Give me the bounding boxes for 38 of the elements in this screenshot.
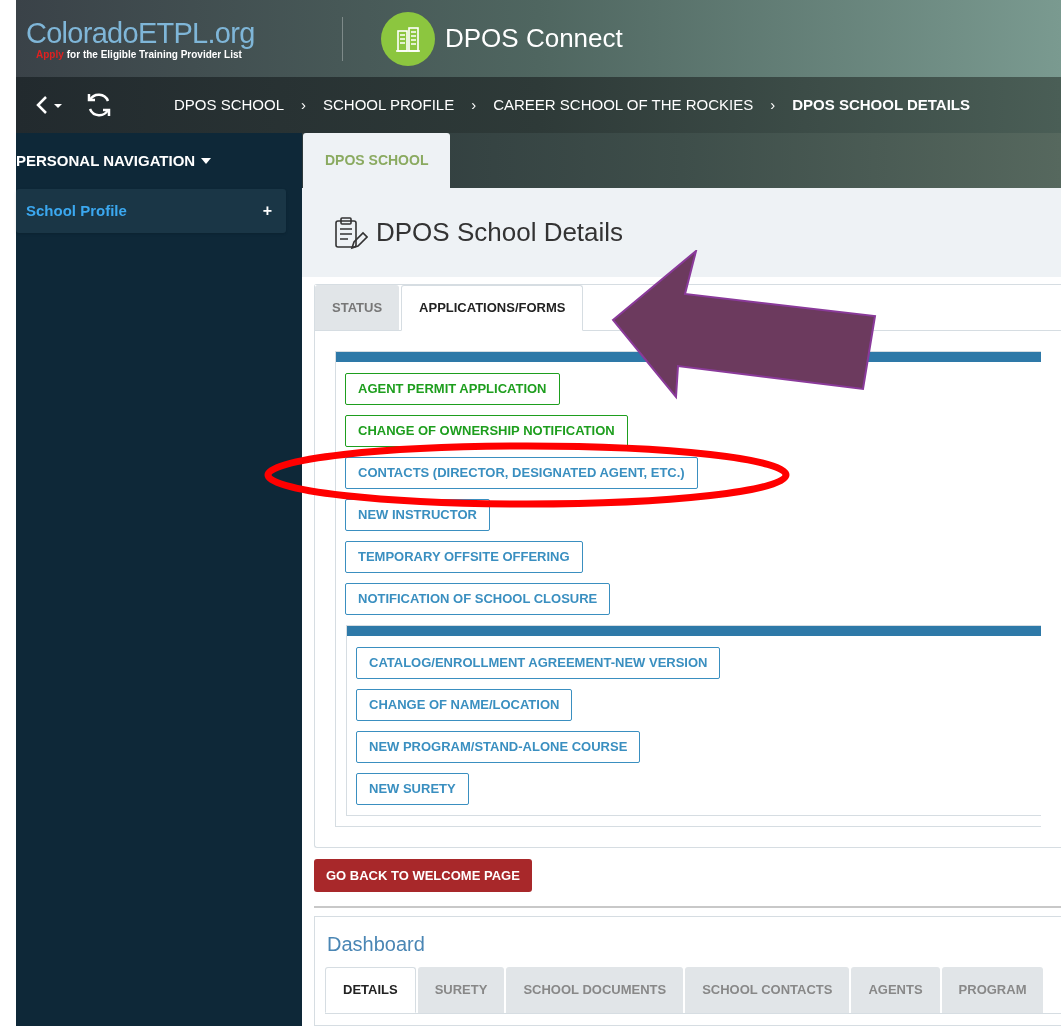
current-breadcrumb[interactable]: DPOS SCHOOL DETAILS (792, 93, 970, 117)
logo-tagline-highlight: Apply (36, 48, 64, 61)
dashboard-tab[interactable]: DETAILS (325, 967, 416, 1013)
go-back-button[interactable]: GO BACK TO WELCOME PAGE (314, 859, 532, 892)
sidebar-item[interactable]: School Profile + (16, 189, 286, 233)
form-tab[interactable]: STATUS (315, 285, 400, 330)
dashboard-tab[interactable]: PROGRAM (941, 967, 1044, 1013)
app-name: DPOS Connect (445, 22, 623, 55)
breadcrumb-separator: › (770, 94, 776, 115)
form-link-button[interactable]: CONTACTS (DIRECTOR, DESIGNATED AGENT, ETC.) (345, 457, 698, 489)
logo-title[interactable]: ColoradoETPL.org (26, 16, 342, 49)
form-link-button[interactable]: NEW SURETY (356, 773, 469, 805)
breadcrumb-link[interactable]: SCHOOL PROFILE (323, 93, 455, 117)
form-link-button[interactable]: NOTIFICATION OF SCHOOL CLOSURE (345, 583, 611, 615)
sidebar-heading[interactable]: PERSONAL NAVIGATION (16, 149, 212, 173)
dropdown-caret-icon[interactable] (201, 158, 212, 164)
dashboard-tab[interactable]: SURETY (417, 967, 505, 1013)
form-link-button[interactable]: AGENT PERMIT APPLICATION (345, 373, 560, 405)
breadcrumb-separator: › (471, 94, 477, 115)
dashboard-tab[interactable]: SCHOOL DOCUMENTS (506, 967, 684, 1013)
clipboard-pencil-icon (332, 214, 368, 251)
breadcrumb-link[interactable]: DPOS SCHOOL (174, 93, 285, 117)
page-title: DPOS School Details (376, 216, 624, 249)
page-tab[interactable]: DPOS SCHOOL (303, 133, 451, 188)
dashboard-tab[interactable]: AGENTS (851, 967, 940, 1013)
dashboard-tab[interactable]: SCHOOL CONTACTS (685, 967, 850, 1013)
expand-icon[interactable]: + (262, 199, 272, 223)
form-link-button[interactable]: TEMPORARY OFFSITE OFFERING (345, 541, 583, 573)
breadcrumb-link[interactable]: CAREER SCHOOL OF THE ROCKIES (493, 93, 754, 117)
logo-tagline: for the Eligible Training Provider List (66, 48, 242, 61)
form-link-button[interactable]: NEW PROGRAM/STAND-ALONE COURSE (356, 731, 641, 763)
form-tab[interactable]: APPLICATIONS/FORMS (401, 285, 584, 331)
dashboard-title: Dashboard (327, 932, 426, 957)
form-link-button[interactable]: CHANGE OF OWNERSHIP NOTIFICATION (345, 415, 628, 447)
form-link-button[interactable]: CATALOG/ENROLLMENT AGREEMENT-NEW VERSION (356, 647, 721, 679)
breadcrumb-separator: › (301, 94, 307, 115)
building-logo-icon (381, 11, 435, 66)
form-link-button[interactable]: CHANGE OF NAME/LOCATION (356, 689, 573, 721)
